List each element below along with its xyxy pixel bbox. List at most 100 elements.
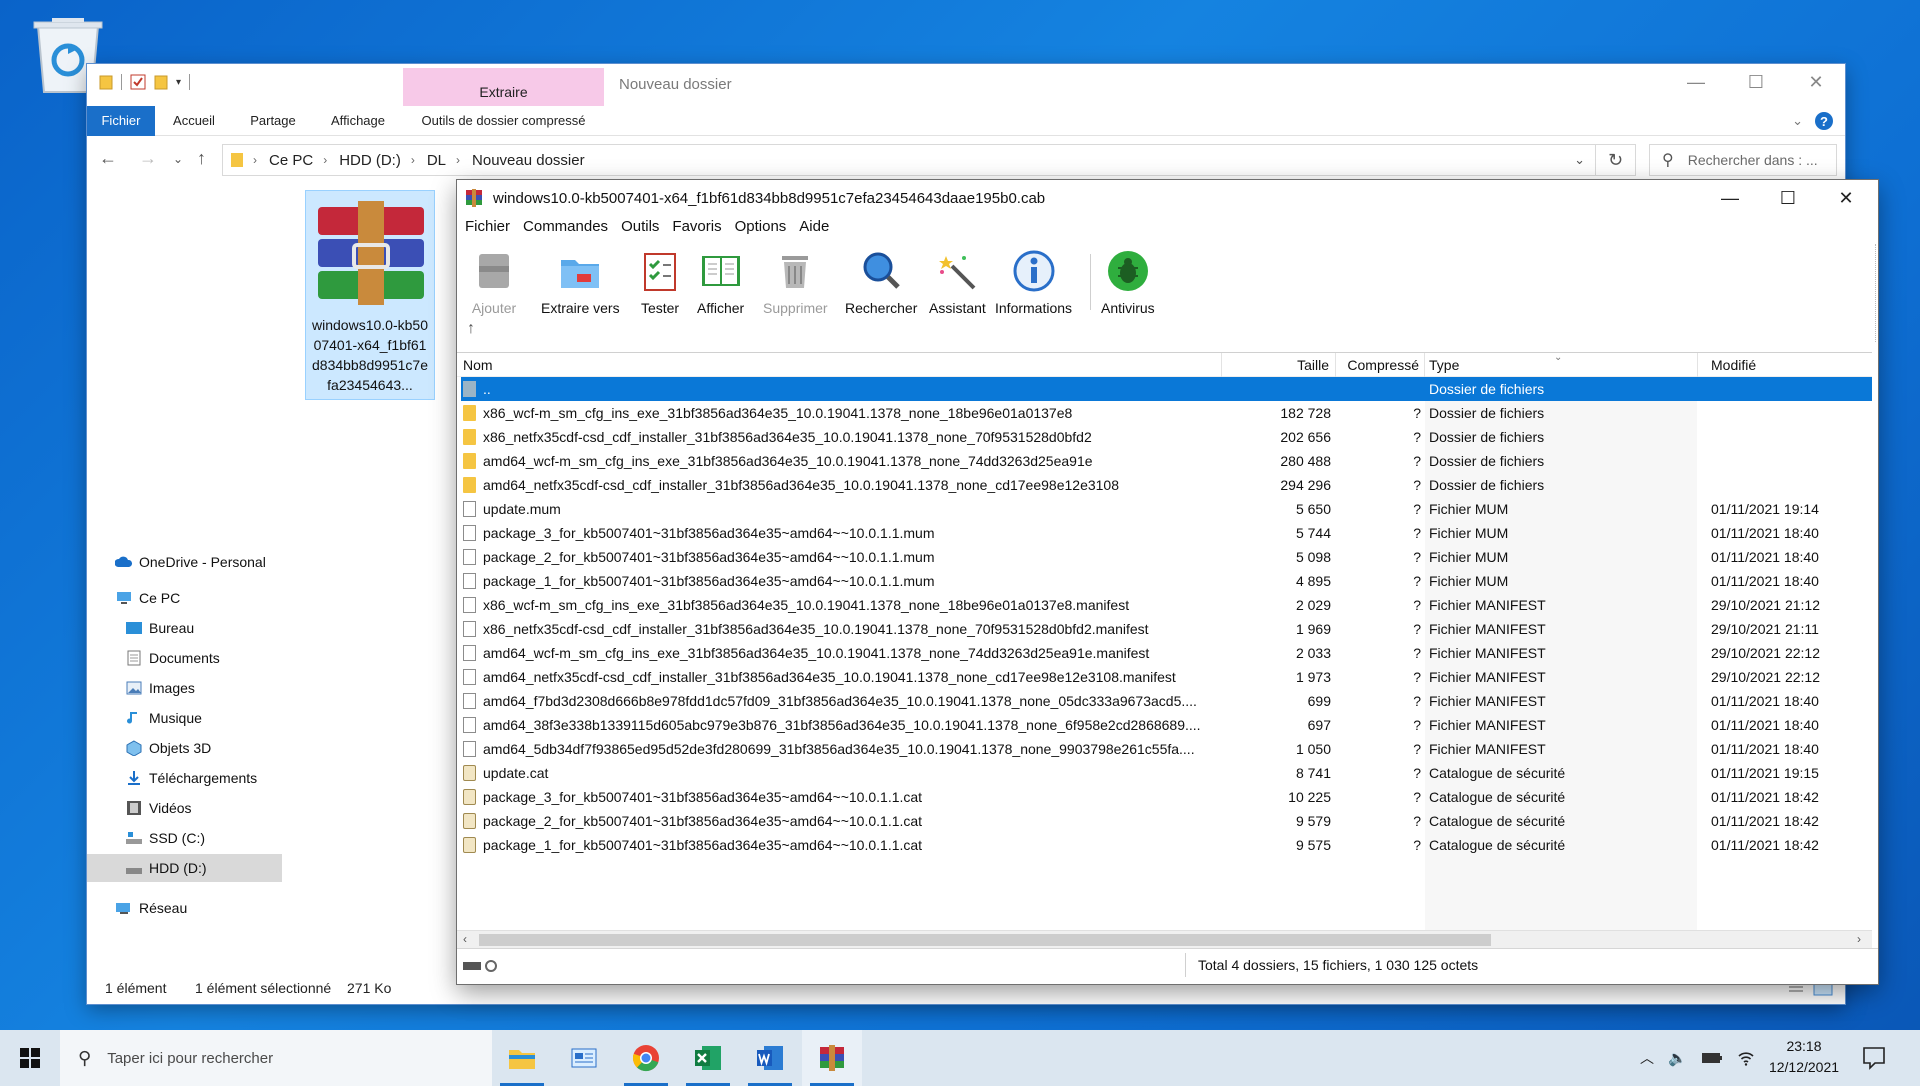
table-row[interactable]: x86_netfx35cdf-csd_cdf_installer_31bf385… [461, 425, 1872, 449]
nav-ssd-c[interactable]: SSD (C:) [87, 824, 282, 852]
minimize-button[interactable]: — [1667, 64, 1725, 100]
search-input[interactable]: ⚲ Rechercher dans : ... [1649, 144, 1837, 176]
table-row[interactable]: amd64_netfx35cdf-csd_cdf_installer_31bf3… [461, 665, 1872, 689]
antivirus-button[interactable]: Antivirus [1101, 248, 1155, 316]
nav-hdd-d[interactable]: HDD (D:) [87, 854, 282, 882]
chevron-right-icon[interactable]: › [323, 153, 327, 167]
notification-center-icon[interactable] [1860, 1044, 1888, 1072]
expand-ribbon-icon[interactable]: ⌄ [1792, 113, 1803, 129]
wizard-button[interactable]: Assistant [929, 248, 986, 316]
column-header-type[interactable]: Type [1429, 357, 1459, 373]
nav-videos[interactable]: Vidéos [87, 794, 282, 822]
show-hidden-icons-icon[interactable]: ︿ [1640, 1048, 1654, 1068]
chevron-right-icon[interactable]: › [456, 153, 460, 167]
table-row[interactable]: x86_wcf-m_sm_cfg_ins_exe_31bf3856ad364e3… [461, 593, 1872, 617]
recent-locations-icon[interactable]: ⌄ [173, 152, 183, 166]
taskbar-word[interactable] [740, 1030, 800, 1086]
up-one-level-icon[interactable]: ↑ [467, 320, 475, 338]
menu-favoris[interactable]: Favoris [672, 218, 721, 242]
menu-commandes[interactable]: Commandes [523, 218, 608, 242]
new-folder-icon[interactable] [154, 74, 168, 90]
chevron-right-icon[interactable]: › [411, 153, 415, 167]
column-header-name[interactable]: Nom [463, 357, 493, 373]
breadcrumb-ce-pc[interactable]: Ce PC [269, 152, 313, 169]
taskbar-clock[interactable]: 23:18 12/12/2021 [1768, 1036, 1840, 1078]
nav-documents[interactable]: Documents [87, 644, 282, 672]
start-button[interactable] [0, 1030, 60, 1086]
menu-options[interactable]: Options [735, 218, 787, 242]
archive-file-list[interactable]: Nom Taille Compressé Type ⌄ Modifié .. Do… [457, 352, 1872, 930]
qat-dropdown-icon[interactable]: ▾ [176, 77, 181, 88]
add-button[interactable]: Ajouter [471, 248, 517, 316]
column-header-modified[interactable]: Modifié [1711, 357, 1756, 373]
address-bar[interactable]: › Ce PC › HDD (D:) › DL › Nouveau dossie… [222, 144, 1596, 176]
table-row[interactable]: package_3_for_kb5007401~31bf3856ad364e35… [461, 521, 1872, 545]
taskbar-chrome[interactable] [616, 1030, 676, 1086]
view-button[interactable]: Afficher [697, 248, 744, 316]
scrollbar-thumb[interactable] [479, 934, 1491, 946]
table-row[interactable]: package_1_for_kb5007401~31bf3856ad364e35… [461, 569, 1872, 593]
table-row[interactable]: package_2_for_kb5007401~31bf3856ad364e35… [461, 545, 1872, 569]
column-header-size[interactable]: Taille [1255, 357, 1329, 373]
nav-images[interactable]: Images [87, 674, 282, 702]
table-row[interactable]: amd64_wcf-m_sm_cfg_ins_exe_31bf3856ad364… [461, 449, 1872, 473]
breadcrumb-hdd[interactable]: HDD (D:) [339, 152, 401, 169]
table-row[interactable]: amd64_wcf-m_sm_cfg_ins_exe_31bf3856ad364… [461, 641, 1872, 665]
scroll-right-icon[interactable]: › [1857, 932, 1861, 946]
tab-outils-dossier-compresse[interactable]: Outils de dossier compressé [403, 106, 604, 136]
menu-aide[interactable]: Aide [799, 218, 829, 242]
back-arrow-icon[interactable]: ← [99, 148, 117, 169]
breadcrumb-nouveau-dossier[interactable]: Nouveau dossier [472, 152, 585, 169]
taskbar-file-explorer[interactable] [492, 1030, 552, 1086]
table-row[interactable]: amd64_netfx35cdf-csd_cdf_installer_31bf3… [461, 473, 1872, 497]
refresh-button[interactable]: ↻ [1596, 144, 1636, 176]
delete-button[interactable]: Supprimer [763, 248, 828, 316]
tab-partage[interactable]: Partage [233, 106, 313, 136]
taskbar-search-input[interactable]: ⚲ Taper ici pour rechercher [60, 1030, 492, 1086]
column-header-packed[interactable]: Compressé [1339, 357, 1419, 373]
table-row[interactable]: x86_netfx35cdf-csd_cdf_installer_31bf385… [461, 617, 1872, 641]
address-dropdown-icon[interactable]: ⌄ [1574, 152, 1585, 168]
nav-reseau[interactable]: Réseau [87, 894, 282, 922]
table-row[interactable]: amd64_5db34df7f93865ed95d52de3fd280699_3… [461, 737, 1872, 761]
taskbar-winrar[interactable] [802, 1030, 862, 1086]
close-button[interactable]: ✕ [1787, 64, 1845, 100]
context-tab-extract[interactable]: Extraire [403, 68, 604, 106]
taskbar-excel[interactable] [678, 1030, 738, 1086]
test-button[interactable]: Tester [637, 248, 683, 316]
table-row[interactable]: update.mum 5 650? Fichier MUM 01/11/2021 19… [461, 497, 1872, 521]
volume-icon[interactable]: 🔈 [1668, 1049, 1687, 1067]
battery-icon[interactable] [1701, 1052, 1723, 1064]
table-row[interactable]: .. Dossier de fichiers [461, 377, 1872, 401]
chevron-right-icon[interactable]: › [253, 153, 257, 167]
wifi-icon[interactable] [1737, 1050, 1755, 1066]
up-arrow-icon[interactable]: ↑ [197, 148, 206, 169]
table-row[interactable]: amd64_38f3e338b1339115d605abc979e3b876_3… [461, 713, 1872, 737]
table-row[interactable]: x86_wcf-m_sm_cfg_ins_exe_31bf3856ad364e3… [461, 401, 1872, 425]
scroll-left-icon[interactable]: ‹ [463, 932, 467, 946]
maximize-button[interactable]: ☐ [1727, 64, 1785, 100]
close-button[interactable]: ✕ [1817, 180, 1875, 216]
breadcrumb-dl[interactable]: DL [427, 152, 446, 169]
extract-to-button[interactable]: Extraire vers [541, 248, 620, 316]
nav-objets-3d[interactable]: Objets 3D [87, 734, 282, 762]
table-row[interactable]: amd64_f7bd3d2308d666b8e978fdd1dc57fd09_3… [461, 689, 1872, 713]
cab-file-item[interactable]: windows10.0-kb5007401-x64_f1bf61d834bb8d… [305, 190, 435, 400]
minimize-button[interactable]: — [1701, 180, 1759, 216]
help-icon[interactable]: ? [1815, 112, 1833, 130]
find-button[interactable]: Rechercher [845, 248, 917, 316]
nav-onedrive[interactable]: OneDrive - Personal [87, 548, 282, 576]
tab-accueil[interactable]: Accueil [155, 106, 233, 136]
menu-fichier[interactable]: Fichier [465, 218, 510, 242]
table-row[interactable]: package_2_for_kb5007401~31bf3856ad364e35… [461, 809, 1872, 833]
nav-telechargements[interactable]: Téléchargements [87, 764, 282, 792]
tab-fichier[interactable]: Fichier [87, 106, 155, 136]
nav-bureau[interactable]: Bureau [87, 614, 282, 642]
table-row[interactable]: package_1_for_kb5007401~31bf3856ad364e35… [461, 833, 1872, 857]
forward-arrow-icon[interactable]: → [139, 148, 157, 169]
horizontal-scrollbar[interactable]: ‹ › [457, 930, 1872, 948]
taskbar-control-panel[interactable] [554, 1030, 614, 1086]
maximize-button[interactable]: ☐ [1759, 180, 1817, 216]
nav-musique[interactable]: Musique [87, 704, 282, 732]
properties-icon[interactable] [130, 74, 146, 90]
